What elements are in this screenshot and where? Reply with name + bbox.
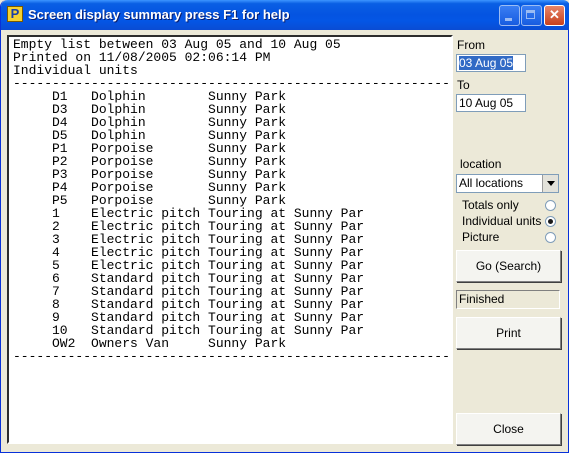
- option-picture-radio[interactable]: [545, 232, 556, 243]
- to-label: To: [457, 78, 470, 92]
- option-totals-label: Totals only: [462, 198, 519, 212]
- chevron-down-icon[interactable]: [542, 175, 558, 192]
- option-individual-radio[interactable]: [545, 216, 556, 227]
- from-date-field[interactable]: 03 Aug 05: [456, 54, 526, 72]
- location-label: location: [460, 157, 502, 171]
- app-icon: P: [7, 6, 23, 22]
- to-date-field[interactable]: 10 Aug 05: [456, 94, 526, 112]
- location-value: All locations: [459, 176, 524, 190]
- option-totals-radio[interactable]: [545, 200, 556, 211]
- status-field: Finished: [456, 290, 560, 309]
- print-button[interactable]: Print: [456, 317, 561, 349]
- minimize-icon[interactable]: [499, 5, 520, 26]
- go-search-button[interactable]: Go (Search): [456, 250, 561, 282]
- close-icon[interactable]: ✕: [544, 5, 565, 26]
- close-button[interactable]: Close: [456, 413, 561, 445]
- window-title: Screen display summary press F1 for help: [28, 7, 290, 22]
- from-label: From: [457, 38, 485, 52]
- application-window: P Screen display summary press F1 for he…: [0, 0, 569, 453]
- maximize-icon[interactable]: [521, 5, 542, 26]
- from-date-value: 03 Aug 05: [459, 56, 514, 70]
- option-individual-label: Individual units: [462, 214, 542, 228]
- report-display[interactable]: Empty list between 03 Aug 05 and 10 Aug …: [7, 35, 453, 444]
- report-text: Empty list between 03 Aug 05 and 10 Aug …: [13, 37, 453, 364]
- location-select[interactable]: All locations: [456, 174, 559, 193]
- to-date-value: 10 Aug 05: [459, 96, 514, 110]
- option-picture-label: Picture: [462, 230, 500, 244]
- title-bar[interactable]: P Screen display summary press F1 for he…: [1, 0, 569, 30]
